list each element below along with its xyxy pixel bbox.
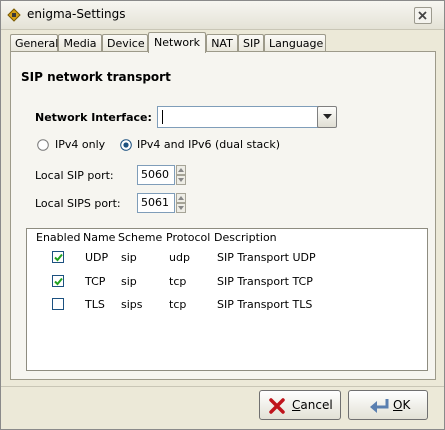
tab-label: SIP	[243, 37, 260, 50]
enabled-checkbox[interactable]	[52, 251, 64, 263]
column-header[interactable]: Protocol	[166, 231, 210, 244]
spin-down-button[interactable]	[176, 203, 186, 213]
spin-up-button[interactable]	[176, 165, 186, 175]
table-cell-description: SIP Transport TCP	[217, 275, 313, 288]
spin-up-button[interactable]	[176, 193, 186, 203]
check-icon	[54, 253, 63, 262]
table-cell-protocol: tcp	[169, 298, 187, 311]
tab-label: General	[15, 37, 59, 50]
local-sips-port-input[interactable]: 5061	[137, 193, 175, 213]
table-cell-name: TCP	[85, 275, 106, 288]
ok-button-label: OK	[393, 398, 410, 412]
dual-stack-radio[interactable]	[120, 139, 132, 151]
tab-network[interactable]: Network	[148, 32, 206, 53]
table-cell-scheme: sip	[121, 275, 137, 288]
local-sips-port-label: Local SIPS port:	[35, 197, 121, 210]
tab-sip[interactable]: SIP	[238, 34, 264, 51]
table-cell-protocol: udp	[169, 251, 190, 264]
footer-divider	[1, 386, 444, 387]
chevron-up-icon	[178, 196, 184, 200]
ok-label-rest: K	[402, 398, 411, 412]
chevron-up-icon	[178, 168, 184, 172]
table-cell-scheme: sip	[121, 251, 137, 264]
ipv4-only-radio[interactable]	[37, 139, 49, 151]
column-header[interactable]: Name	[83, 231, 115, 244]
enigma-app-icon	[7, 8, 21, 22]
enabled-checkbox[interactable]	[52, 298, 64, 310]
title-bar[interactable]: enigma-Settings	[1, 1, 444, 30]
tab-label: NAT	[211, 37, 233, 50]
chevron-down-icon	[323, 114, 332, 119]
ok-button[interactable]: OK	[348, 390, 428, 420]
column-header[interactable]: Description	[214, 231, 277, 244]
local-sips-port-spinner[interactable]	[176, 193, 186, 213]
local-sip-port-input[interactable]: 5060	[137, 165, 175, 185]
chevron-down-icon	[178, 178, 184, 182]
tab-device[interactable]: Device	[102, 34, 148, 51]
check-icon	[54, 277, 63, 286]
enter-arrow-icon	[370, 399, 389, 413]
table-cell-description: SIP Transport TLS	[217, 298, 313, 311]
local-sip-port-label: Local SIP port:	[35, 169, 114, 182]
cancel-button[interactable]: Cancel	[259, 390, 341, 420]
table-cell-scheme: sips	[121, 298, 143, 311]
text-caret	[162, 110, 163, 124]
table-cell-protocol: tcp	[169, 275, 187, 288]
column-header[interactable]: Enabled	[36, 231, 80, 244]
close-button[interactable]	[414, 7, 432, 24]
window-title: enigma-Settings	[27, 7, 126, 21]
close-icon	[418, 11, 427, 20]
section-title: SIP network transport	[21, 70, 171, 84]
chevron-down-icon	[178, 206, 184, 210]
local-sip-port-spinner[interactable]	[176, 165, 186, 185]
network-interface-dropdown-button[interactable]	[317, 106, 337, 128]
table-cell-name: TLS	[85, 298, 105, 311]
table-cell-description: SIP Transport UDP	[217, 251, 316, 264]
network-interface-label: Network Interface:	[35, 111, 152, 124]
spin-down-button[interactable]	[176, 175, 186, 185]
tab-label: Network	[154, 36, 200, 49]
dual-stack-label[interactable]: IPv4 and IPv6 (dual stack)	[137, 138, 280, 151]
cancel-icon	[269, 398, 285, 414]
transport-table[interactable]: Enabled Name Scheme Protocol Description…	[26, 228, 428, 371]
tab-nat[interactable]: NAT	[206, 34, 238, 51]
tab-label: Media	[63, 37, 97, 50]
tab-media[interactable]: Media	[58, 34, 102, 51]
tab-label: Device	[107, 37, 145, 50]
enabled-checkbox[interactable]	[52, 275, 64, 287]
table-cell-name: UDP	[85, 251, 109, 264]
column-header[interactable]: Scheme	[118, 231, 162, 244]
settings-window: enigma-Settings General Media Device Net…	[0, 0, 445, 430]
network-interface-input[interactable]	[157, 106, 319, 128]
tab-general[interactable]: General	[10, 34, 58, 51]
tab-language[interactable]: Language	[264, 34, 326, 51]
cancel-button-label: Cancel	[292, 398, 333, 412]
ipv4-only-label[interactable]: IPv4 only	[55, 138, 105, 151]
tab-label: Language	[269, 37, 324, 50]
cancel-label-rest: ancel	[300, 398, 333, 412]
